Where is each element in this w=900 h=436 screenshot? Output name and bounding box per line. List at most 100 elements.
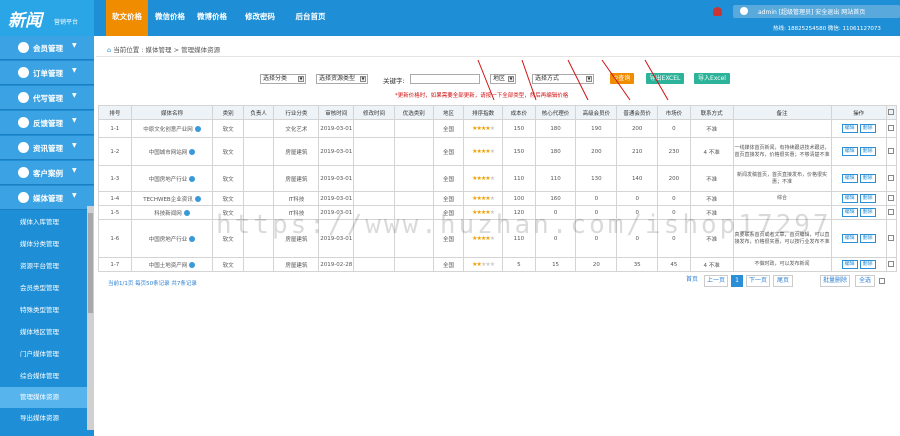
sidebar-item-member-type[interactable]: 会员类型管理 — [0, 278, 87, 299]
sidebar-group-news[interactable]: 资讯管理 ▼ — [0, 136, 94, 160]
cell-text: 0 — [672, 195, 676, 202]
batch-delete-button[interactable]: 批量删除 — [820, 275, 850, 287]
sidebar-group-members[interactable]: 会员管理 ▼ — [0, 36, 94, 60]
edit-button[interactable]: 编辑 — [841, 194, 858, 203]
nav-weibo-price[interactable]: 微博价格 — [192, 0, 232, 36]
delete-button[interactable]: 删除 — [859, 147, 876, 156]
row-actions: 编辑 删除 — [830, 205, 887, 220]
edit-button[interactable]: 编辑 — [841, 234, 858, 243]
cell-text: 180 — [550, 125, 561, 132]
cell-text: 0 — [635, 195, 639, 202]
cell-owner — [242, 137, 275, 166]
page-next[interactable]: 下一页 — [746, 275, 770, 287]
row-checkbox[interactable] — [885, 165, 898, 192]
logo-subtext: 营销平台 — [54, 19, 79, 26]
row-checkbox[interactable] — [885, 191, 898, 206]
delete-button[interactable]: 删除 — [859, 124, 876, 133]
table-row: 1-7 中国土地资产网 软文 房屋建筑 2019-02-28 全国 ★★★★★ 5 15 20 35… — [98, 257, 898, 272]
avatar-icon — [740, 7, 748, 15]
info-icon[interactable] — [189, 262, 196, 268]
cell-text: 15 — [552, 261, 560, 268]
nav-wechat-price[interactable]: 微信价格 — [150, 0, 190, 36]
nav-admin-home[interactable]: 后台首页 — [288, 0, 333, 36]
info-icon[interactable] — [194, 126, 201, 132]
page-last[interactable]: 尾页 — [773, 275, 793, 287]
order-icon — [18, 67, 29, 78]
row-checkbox[interactable] — [885, 137, 898, 166]
sidebar-item-manage-media[interactable]: 管理媒体资源 — [0, 387, 87, 408]
edit-button[interactable]: 编辑 — [841, 147, 858, 156]
sidebar-group-orders[interactable]: 订单管理 ▼ — [0, 61, 94, 85]
delete-button[interactable]: 删除 — [859, 194, 876, 203]
cell-name: 中原文化创意产业网 — [130, 119, 214, 138]
row-checkbox[interactable] — [885, 205, 898, 220]
column-header: 地区 — [432, 105, 465, 120]
row-checkbox[interactable] — [885, 219, 898, 258]
edit-button[interactable]: 编辑 — [841, 260, 858, 269]
cell-text: 2019-03-01 — [320, 125, 353, 132]
cell-text: 全国 — [442, 176, 454, 183]
sidebar-item-platform[interactable]: 资源平台管理 — [0, 256, 87, 277]
sidebar-item-general-media[interactable]: 综合媒体管理 — [0, 366, 87, 387]
sidebar-scroll-thumb[interactable] — [88, 213, 93, 313]
info-icon[interactable] — [189, 236, 196, 242]
cell-text: 不准 — [706, 126, 718, 133]
info-icon[interactable] — [189, 149, 196, 155]
nav-soft-article-price[interactable]: 软文价格 — [106, 0, 148, 36]
sidebar-item-special-type[interactable]: 特殊类型管理 — [0, 300, 87, 321]
import-excel-button[interactable]: 导入Excel — [694, 73, 730, 84]
sidebar-group-writing[interactable]: 代写管理 ▼ — [0, 86, 94, 110]
category-select[interactable]: 选择分类 ▼ — [260, 74, 306, 84]
sidebar-item-export-media[interactable]: 导出媒体资源 — [0, 408, 87, 429]
row-actions: 编辑 删除 — [830, 219, 887, 258]
select-all-button[interactable]: 全选 — [855, 275, 875, 287]
edit-button[interactable]: 编辑 — [841, 174, 858, 183]
cell-note: 新闻发稿首页，首页直接发布，价格很实惠；不准 — [732, 165, 832, 192]
row-checkbox[interactable] — [885, 257, 898, 272]
notification-icon[interactable] — [713, 7, 722, 16]
cell-id: 1-6 — [98, 219, 132, 258]
info-icon[interactable] — [183, 210, 190, 216]
column-header: 修改时间 — [353, 105, 395, 120]
cell-text: 100 — [513, 195, 525, 202]
chevron-down-icon: ▼ — [72, 67, 77, 74]
delete-button[interactable]: 删除 — [859, 234, 876, 243]
sidebar-group-cases[interactable]: 客户案例 ▼ — [0, 161, 94, 185]
sidebar-item-media-category[interactable]: 媒体分类管理 — [0, 234, 87, 255]
row-checkbox[interactable] — [885, 119, 898, 138]
sidebar-item-portal-media[interactable]: 门户媒体管理 — [0, 344, 87, 365]
nav-change-password[interactable]: 修改密码 — [240, 0, 280, 36]
cell-text: 140 — [631, 175, 643, 182]
sidebar-group-feedback[interactable]: 反馈管理 ▼ — [0, 111, 94, 135]
edit-button[interactable]: 编辑 — [841, 124, 858, 133]
table-row: 1-4 TECHWEB企业资讯 软文 IT科技 2019-03-01 全国 ★★★★★ 100… — [98, 191, 898, 206]
info-icon[interactable] — [194, 196, 201, 202]
select-all-checkbox[interactable] — [879, 278, 885, 286]
cell-p2: 0 — [575, 191, 618, 206]
resource-type-select[interactable]: 选择资源类型 ▼ — [316, 74, 368, 84]
cell-mkt: 0 — [657, 119, 691, 138]
sidebar-item-media-entry[interactable]: 媒体入库管理 — [0, 212, 87, 233]
delete-button[interactable]: 删除 — [859, 260, 876, 269]
info-icon[interactable] — [189, 176, 196, 182]
cell-p3: 210 — [616, 137, 659, 166]
cell-text: 1-3 — [110, 175, 120, 182]
sidebar-group-media[interactable]: 媒体管理 ▼ — [0, 186, 94, 210]
admin-text[interactable]: admin [超级管理员] 安全退出 网站首页 — [758, 7, 865, 16]
row-actions: 编辑 删除 — [830, 257, 887, 272]
page-prev[interactable]: 上一页 — [704, 275, 728, 287]
cell-text: 一线媒体首页新闻，有持续跟进技术跟进，首页直接发布，价格很实惠；不够清楚不准 — [734, 144, 830, 158]
page-current[interactable]: 1 — [731, 275, 743, 287]
edit-button[interactable]: 编辑 — [841, 208, 858, 217]
cell-owner — [242, 257, 275, 272]
media-icon — [18, 192, 29, 203]
header-checkbox[interactable] — [885, 105, 898, 120]
sidebar-item-media-region[interactable]: 媒体地区管理 — [0, 322, 87, 343]
cell-text: 不做时政，可以发布新闻 — [754, 261, 810, 267]
arrow-line — [567, 59, 589, 101]
delete-button[interactable]: 删除 — [859, 208, 876, 217]
cell-text: 软文 — [222, 196, 234, 203]
page-first[interactable]: 首页 — [682, 275, 702, 287]
arrow-line — [601, 59, 631, 101]
delete-button[interactable]: 删除 — [859, 174, 876, 183]
